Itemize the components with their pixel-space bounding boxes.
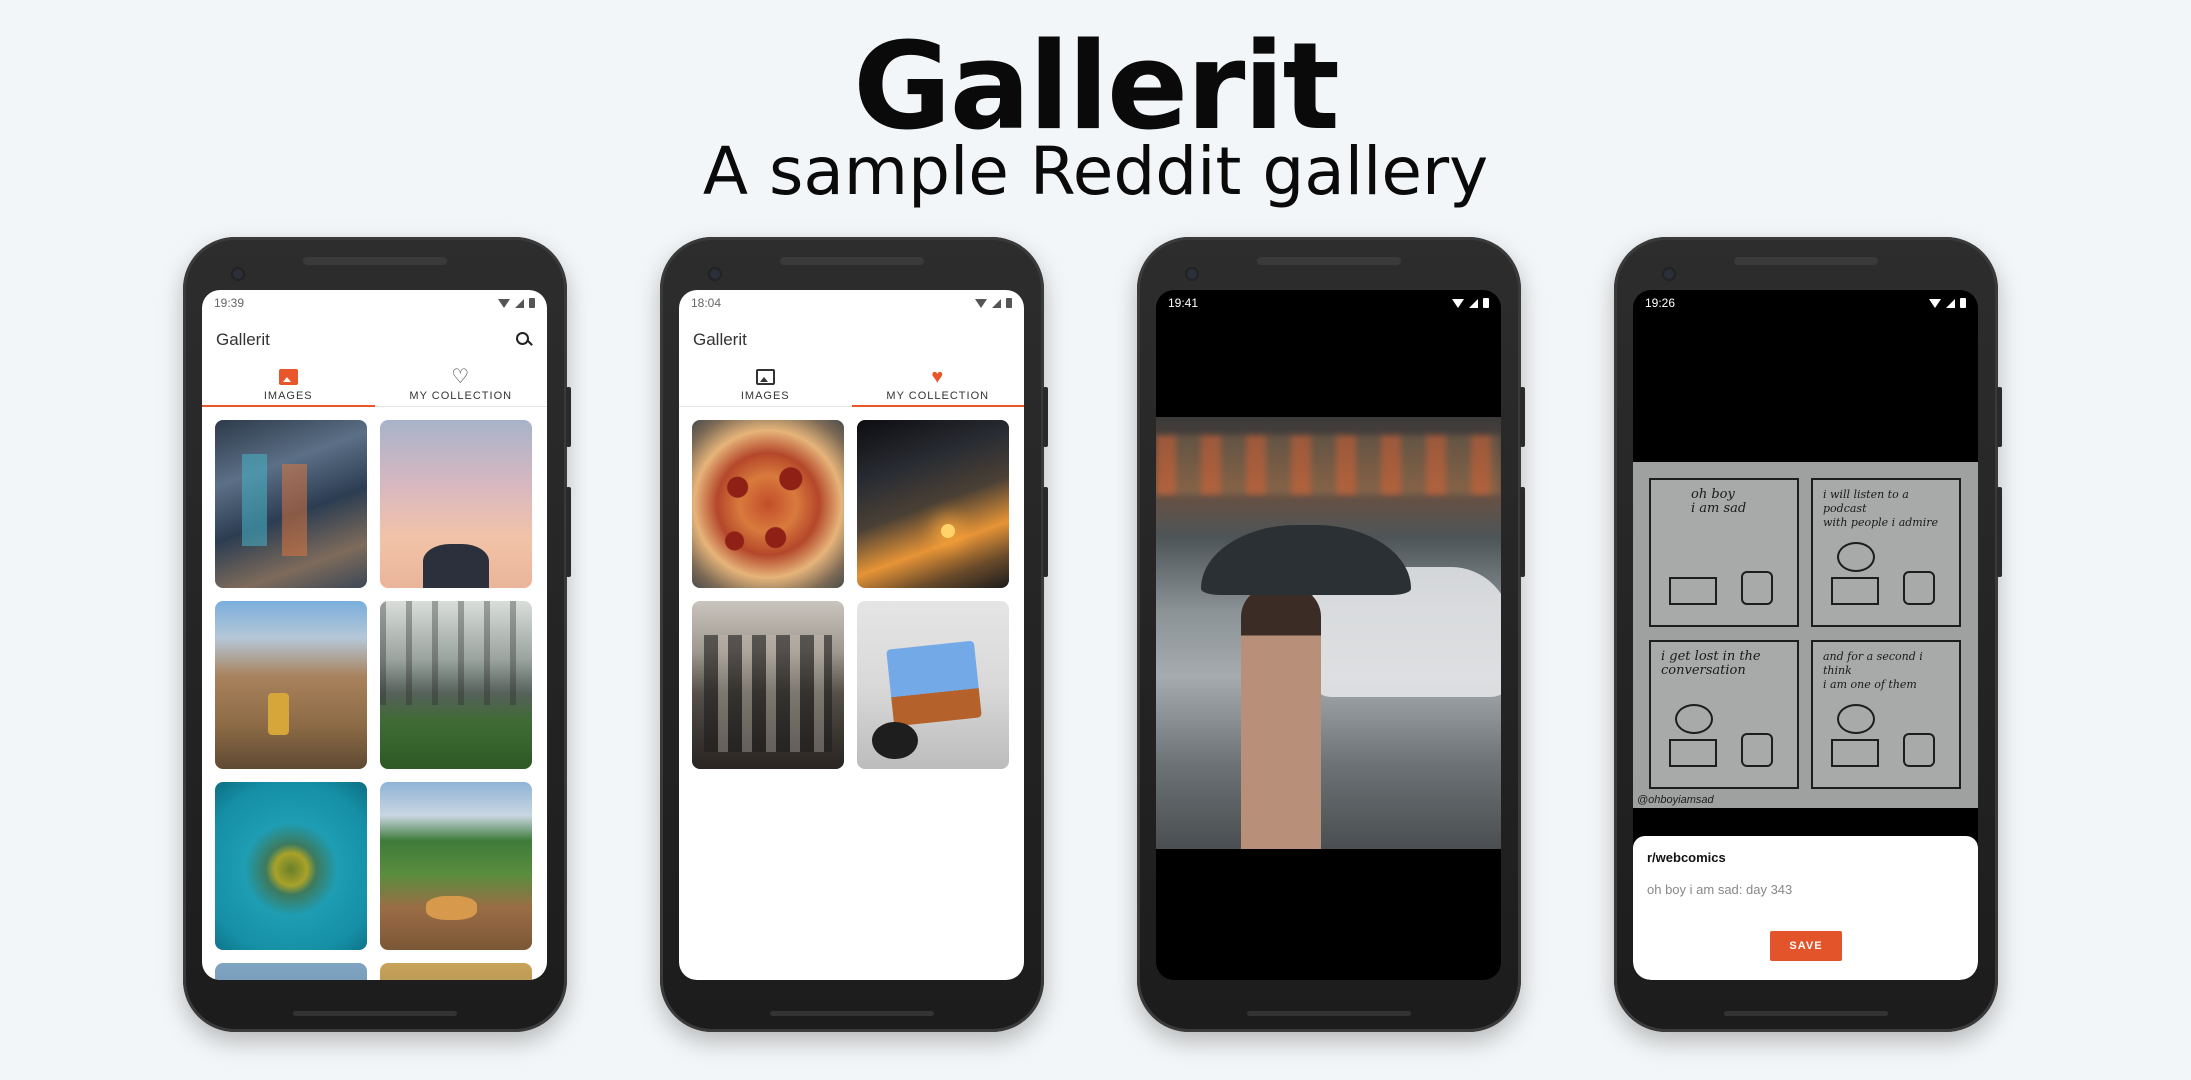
wifi-icon [1929, 298, 1941, 308]
thumbnail-town-photo[interactable] [215, 601, 367, 769]
comic-panel: and for a second i think i am one of the… [1811, 640, 1961, 789]
signal-icon [992, 298, 1001, 308]
app-title: Gallerit [216, 330, 270, 349]
app-title: Gallerit [693, 330, 747, 349]
tab-bar: IMAGES ♥ MY COLLECTION [679, 364, 1024, 407]
screen: 19:39 Gallerit IMAGES ♡ MY COLLECTION [202, 290, 547, 980]
tab-bar: IMAGES ♡ MY COLLECTION [202, 364, 547, 407]
speaker-grille [1257, 257, 1401, 265]
screen: 19:41 [1156, 290, 1501, 980]
power-button [1997, 387, 2002, 447]
comic-panel: oh boy i am sad [1649, 478, 1799, 627]
status-bar: 19:39 [202, 290, 547, 316]
front-camera [1187, 269, 1197, 279]
volume-button [566, 487, 571, 577]
search-icon[interactable] [515, 331, 533, 349]
status-time: 18:04 [691, 296, 722, 310]
battery-icon [529, 298, 535, 308]
status-bar: 19:26 [1633, 290, 1978, 316]
front-camera [1664, 269, 1674, 279]
speaker-grille [303, 257, 447, 265]
thumbnail-more-photo-2[interactable] [380, 963, 532, 980]
tab-label: IMAGES [263, 390, 313, 402]
tab-images[interactable]: IMAGES [679, 364, 852, 406]
phone-images-tab: 19:39 Gallerit IMAGES ♡ MY COLLECTION [183, 237, 571, 1032]
image-outline-icon [755, 369, 775, 385]
power-button [1043, 387, 1048, 447]
tab-label: MY COLLECTION [409, 390, 513, 402]
thumbnail-more-photo-1[interactable] [215, 963, 367, 980]
app-bar: Gallerit [679, 316, 1024, 364]
status-bar: 18:04 [679, 290, 1024, 316]
volume-button [1043, 487, 1048, 577]
heart-filled-icon: ♥ [931, 366, 945, 388]
thumbnail-taj-mahal-photo[interactable] [380, 420, 532, 588]
tab-label: MY COLLECTION [886, 390, 990, 402]
battery-icon [1960, 298, 1966, 308]
comic-image[interactable]: oh boy i am sad i will listen to a podca… [1633, 462, 1978, 808]
save-button[interactable]: SAVE [1770, 931, 1842, 961]
status-time: 19:41 [1168, 296, 1199, 310]
speaker-grille [1734, 257, 1878, 265]
speaker-grille [780, 257, 924, 265]
wifi-icon [975, 298, 987, 308]
tab-my-collection[interactable]: ♡ MY COLLECTION [375, 364, 548, 406]
thumbnail-street-photo[interactable] [215, 420, 367, 588]
collection-grid [679, 407, 1024, 769]
thumbnail-wave-sunset-photo[interactable] [857, 420, 1009, 588]
app-bar: Gallerit [202, 316, 547, 364]
phone-collection-tab: 18:04 Gallerit IMAGES ♥ MY COLLECTION [660, 237, 1048, 1032]
wifi-icon [498, 298, 510, 308]
comic-panel: i get lost in the conversation [1649, 640, 1799, 789]
thumbnail-forest-photo[interactable] [380, 601, 532, 769]
heart-outline-icon: ♡ [451, 366, 471, 388]
battery-icon [1006, 298, 1012, 308]
post-title: oh boy i am sad: day 343 [1647, 882, 1793, 897]
page-subtitle: A sample Reddit gallery [702, 133, 1489, 210]
status-bar: 19:41 [1156, 290, 1501, 316]
volume-button [1997, 487, 2002, 577]
thumbnail-mario-canvas-photo[interactable] [857, 601, 1009, 769]
wifi-icon [1452, 298, 1464, 308]
phone-image-viewer: 19:41 [1137, 237, 1525, 1032]
comic-panel: i will listen to a podcast with people i… [1811, 478, 1961, 627]
post-info-card: r/webcomics oh boy i am sad: day 343 SAV… [1633, 836, 1978, 980]
battery-icon [1483, 298, 1489, 308]
power-button [566, 387, 571, 447]
screen: 19:26 oh boy i am sad i will listen to a… [1633, 290, 1978, 980]
thumbnail-island-photo[interactable] [215, 782, 367, 950]
tab-images[interactable]: IMAGES [202, 364, 375, 407]
phone-post-detail: 19:26 oh boy i am sad i will listen to a… [1614, 237, 2002, 1032]
thumbnail-pizza-photo[interactable] [692, 420, 844, 588]
image-grid [202, 407, 547, 980]
signal-icon [1469, 298, 1478, 308]
thumbnail-group-photo[interactable] [692, 601, 844, 769]
image-icon [278, 369, 298, 385]
front-camera [710, 269, 720, 279]
subreddit-label: r/webcomics [1647, 850, 1726, 865]
full-image-man-with-umbrella[interactable] [1156, 417, 1501, 849]
signal-icon [1946, 298, 1955, 308]
status-time: 19:26 [1645, 296, 1676, 310]
front-camera [233, 269, 243, 279]
status-time: 19:39 [214, 296, 245, 310]
tab-label: IMAGES [740, 390, 790, 402]
comic-credit: @ohboyiamsad [1637, 794, 1714, 806]
tab-my-collection[interactable]: ♥ MY COLLECTION [851, 364, 1025, 407]
volume-button [1520, 487, 1525, 577]
signal-icon [515, 298, 524, 308]
thumbnail-road-cat-photo[interactable] [380, 782, 532, 950]
screen: 18:04 Gallerit IMAGES ♥ MY COLLECTION [679, 290, 1024, 980]
power-button [1520, 387, 1525, 447]
